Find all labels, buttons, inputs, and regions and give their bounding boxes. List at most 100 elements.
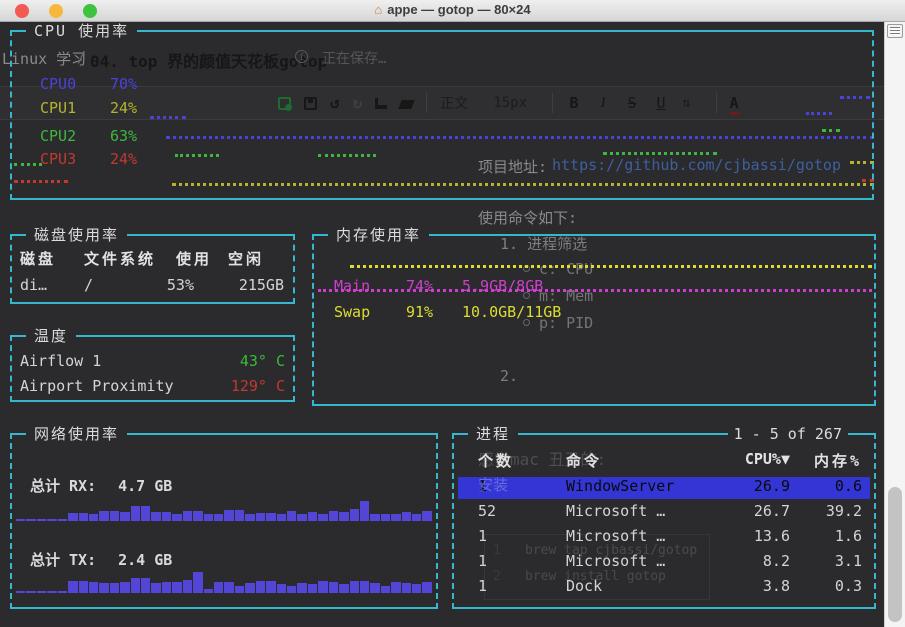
header-mem: 内存% [813,452,862,470]
network-rx-bar [318,514,328,521]
network-rx-bar [141,506,151,521]
network-tx-bar [412,584,422,593]
network-tx-bar [78,581,88,593]
process-count: 1 [478,577,488,595]
notes-list-icon[interactable] [887,24,903,38]
network-tx-bar [109,583,120,593]
terminal-content: Linux 学习 / 04. top 界的颜值天花板gotop i 正在保存… … [0,22,884,627]
process-mem-percent: 3.1 [834,552,862,570]
disk-free: 215GB [238,276,284,294]
disk-used: 53% [166,276,194,294]
network-rx-bar [36,519,47,521]
network-tx-bar [26,591,36,593]
process-count: 1 [478,527,488,545]
network-tx-bar [47,591,57,593]
panel-title: 磁盘使用率 [26,225,128,245]
panel-title: 温度 [26,326,77,346]
memory-row: Main 74% 5.9GB/8GB [334,277,544,295]
network-tx-bar [307,584,318,593]
network-rx-bar [339,512,349,521]
panel-title: CPU 使用率 [26,22,138,41]
process-row[interactable]: 52 Microsoft … 26.7 39.2 [458,502,870,524]
header-cpu-sort[interactable]: CPU%▼ [700,450,790,468]
network-rx-bar [214,514,224,521]
process-mem-percent: 39.2 [825,502,862,520]
process-command: Dock [566,577,603,595]
network-rx-bar [47,519,57,521]
process-count: 52 [478,502,497,520]
network-tx-bar [130,578,141,593]
disk-header-free: 空闲 [228,250,265,268]
editor-scroll-strip [884,22,905,627]
network-tx-bar [401,583,412,593]
network-rx-bar [255,513,266,521]
process-cpu-percent: 26.9 [753,477,790,495]
process-command: WindowServer [566,477,675,495]
process-row-selected[interactable]: 1 WindowServer 26.9 0.6 [458,477,870,499]
network-tx-bar [370,583,380,593]
install-link[interactable]: 安装 [478,474,508,495]
temperature-panel: 温度 Airflow 1 43° C Airport Proximity 129° … [10,326,295,402]
window-title: ⌂ appe — gotop — 80×24 [374,2,531,17]
network-rx-bar [266,513,276,521]
network-rx-bar [161,512,172,521]
network-rx-bar [276,514,286,521]
network-rx-bar [380,514,391,521]
network-tx-bar [224,582,234,593]
network-rx-bar [78,513,88,521]
process-count: 1 [478,552,488,570]
process-cpu-percent: 3.8 [762,577,790,595]
process-row[interactable]: 1 Microsoft … 8.2 3.1 [458,552,870,574]
network-rx-bar [193,511,203,521]
process-row[interactable]: 1 Dock 3.8 0.3 [458,577,870,599]
process-command: Microsoft … [566,502,666,520]
network-tx-bar [245,583,255,593]
network-rx-bar [307,512,318,521]
network-tx-bar [193,572,203,593]
process-mem-percent: 0.3 [834,577,862,595]
network-rx-bar [88,514,99,521]
process-panel: 进程 1 - 5 of 267 个数 命令 CPU%▼ 内存% 1 WindowS… [452,424,876,609]
network-tx-bar [359,581,370,593]
network-rx-bar [359,501,370,521]
network-rx-bar [245,514,255,521]
network-tx-bar [151,583,161,593]
network-tx-bar [203,589,214,593]
process-command: Microsoft … [566,552,666,570]
process-mem-percent: 1.6 [834,527,862,545]
network-tx-bar [391,582,401,593]
network-rx-bar [109,511,120,521]
network-tx-bar [57,591,68,593]
process-pager: 1 - 5 of 267 [727,424,848,444]
cpu-usage-panel: CPU 使用率 CPU0 70% CPU1 24% CPU2 63% CPU3 24% [10,22,874,200]
process-header-row: 个数 命令 CPU%▼ 内存% [458,450,870,472]
network-rx-bar [151,512,161,521]
network-rx-bar [130,506,141,521]
panel-title: 网络使用率 [26,424,128,444]
network-rx-bar [234,510,245,521]
network-rx-chart [16,499,432,521]
network-rx-bar [401,512,412,521]
network-tx-bar [297,583,307,593]
network-tx-bar [68,581,78,593]
cpu-row: CPU3 24% [40,150,138,168]
network-usage-panel: 网络使用率 总计 RX: 4.7 GB 总计 TX: 2.4 GB [10,424,438,609]
network-tx-bar [255,581,266,593]
disk-name: di… [20,276,48,294]
process-cpu-percent: 26.7 [753,502,790,520]
disk-usage-panel: 磁盘使用率 磁盘 文件系统 使用 空闲 di… / 53% 215GB [10,225,295,304]
network-tx-bar [339,584,349,593]
scrollbar-thumb[interactable] [888,487,902,622]
network-rx-bar [26,519,36,521]
network-tx-bar [88,582,99,593]
home-icon: ⌂ [374,2,383,17]
process-row[interactable]: 1 Microsoft … 13.6 1.6 [458,527,870,549]
network-tx-total: 总计 TX: 2.4 GB [30,551,173,569]
network-tx-bar [266,581,276,593]
network-tx-bar [172,582,182,593]
disk-header-filesystem: 文件系统 [84,250,157,268]
network-rx-bar [99,511,109,521]
network-tx-bar [318,581,328,593]
network-rx-bar [203,514,214,521]
process-cpu-percent: 8.2 [762,552,790,570]
